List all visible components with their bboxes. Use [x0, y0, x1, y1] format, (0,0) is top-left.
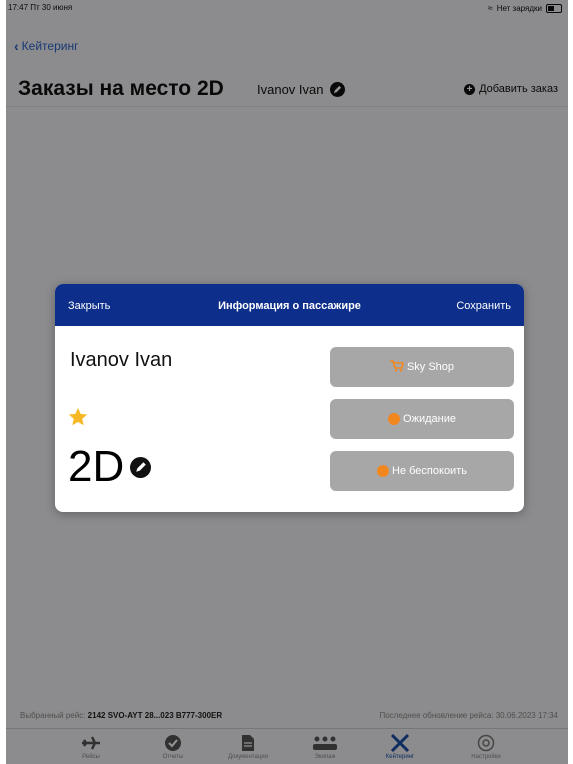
- orange-dot-icon: [388, 413, 401, 425]
- seat-number: 2D: [68, 442, 152, 492]
- passenger-info-modal: Закрыть Информация о пассажире Сохранить…: [55, 284, 524, 512]
- do-not-disturb-label: Не беспокоить: [392, 465, 467, 477]
- star-icon[interactable]: [67, 406, 89, 428]
- edit-seat-icon[interactable]: [130, 456, 152, 478]
- seat-label: 2D: [68, 442, 125, 491]
- passenger-name: Ivanov Ivan: [70, 349, 173, 371]
- modal-header: Закрыть Информация о пассажире Сохранить: [55, 284, 524, 326]
- do-not-disturb-button[interactable]: Не беспокоить: [330, 451, 514, 491]
- modal-title: Информация о пассажире: [218, 300, 361, 312]
- sky-shop-label: Sky Shop: [406, 361, 455, 373]
- save-button[interactable]: Сохранить: [456, 300, 511, 312]
- waiting-button[interactable]: Ожидание: [330, 399, 514, 439]
- orange-dot-icon: [377, 465, 390, 477]
- sky-shop-button[interactable]: Sky Shop: [330, 347, 514, 387]
- cart-icon: [389, 359, 404, 375]
- waiting-label: Ожидание: [403, 413, 456, 425]
